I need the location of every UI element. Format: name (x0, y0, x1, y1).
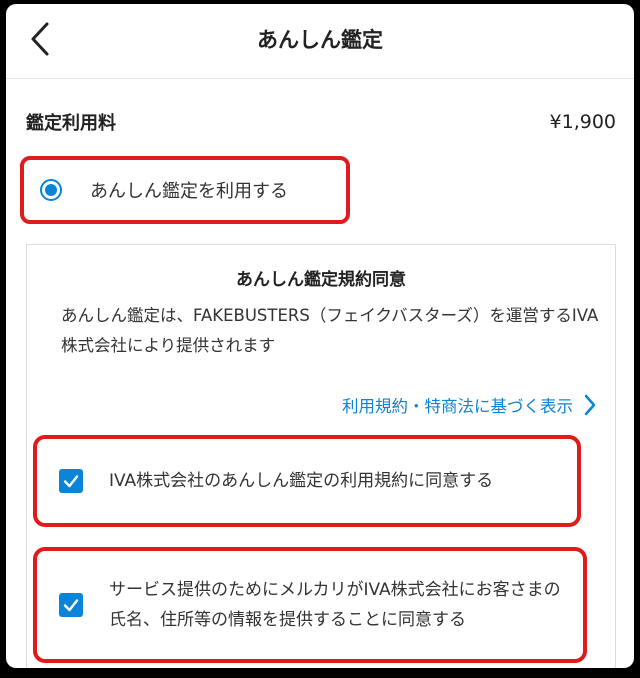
agreement-title: あんしん鑑定規約同意 (236, 270, 406, 290)
agreement-box: あんしん鑑定規約同意 あんしん鑑定は、FAKEBUSTERS（フェイクバスターズ… (26, 244, 616, 668)
agree-terms-row[interactable]: IVA株式会社のあんしん鑑定の利用規約に同意する (33, 435, 581, 527)
page-title: あんしん鑑定 (257, 28, 383, 52)
terms-link-label: 利用規約・特商法に基づく表示 (342, 397, 573, 416)
radio-button[interactable] (40, 179, 62, 201)
radio-selected-dot (45, 184, 57, 196)
use-anshin-radio-option[interactable]: あんしん鑑定を利用する (20, 156, 350, 224)
agreement-description: あんしん鑑定は、FAKEBUSTERS（フェイクバスターズ）を運営するIVA株式… (61, 306, 599, 355)
checkmark-icon (63, 599, 79, 612)
fee-label: 鑑定利用料 (26, 113, 116, 134)
header: あんしん鑑定 (6, 4, 634, 79)
fee-row: 鑑定利用料 ¥1,900 (26, 102, 616, 142)
terms-link[interactable]: 利用規約・特商法に基づく表示 (277, 387, 597, 423)
fee-price: ¥1,900 (549, 111, 616, 133)
back-button[interactable] (20, 16, 60, 62)
checkmark-icon (63, 475, 79, 488)
chevron-right-icon (584, 394, 596, 416)
agree-info-sharing-checkbox[interactable] (59, 593, 83, 617)
screen: あんしん鑑定 鑑定利用料 ¥1,900 あんしん鑑定を利用する あんしん鑑定規約… (6, 4, 634, 668)
chevron-left-icon (31, 22, 49, 56)
agree-info-sharing-row[interactable]: サービス提供のためにメルカリがIVA株式会社にお客さまの氏名、住所等の情報を提供… (33, 547, 587, 663)
agree-terms-label: IVA株式会社のあんしん鑑定の利用規約に同意する (109, 471, 494, 491)
radio-label: あんしん鑑定を利用する (90, 181, 288, 202)
agree-terms-checkbox[interactable] (59, 469, 83, 493)
agree-info-sharing-label: サービス提供のためにメルカリがIVA株式会社にお客さまの氏名、住所等の情報を提供… (109, 580, 561, 630)
